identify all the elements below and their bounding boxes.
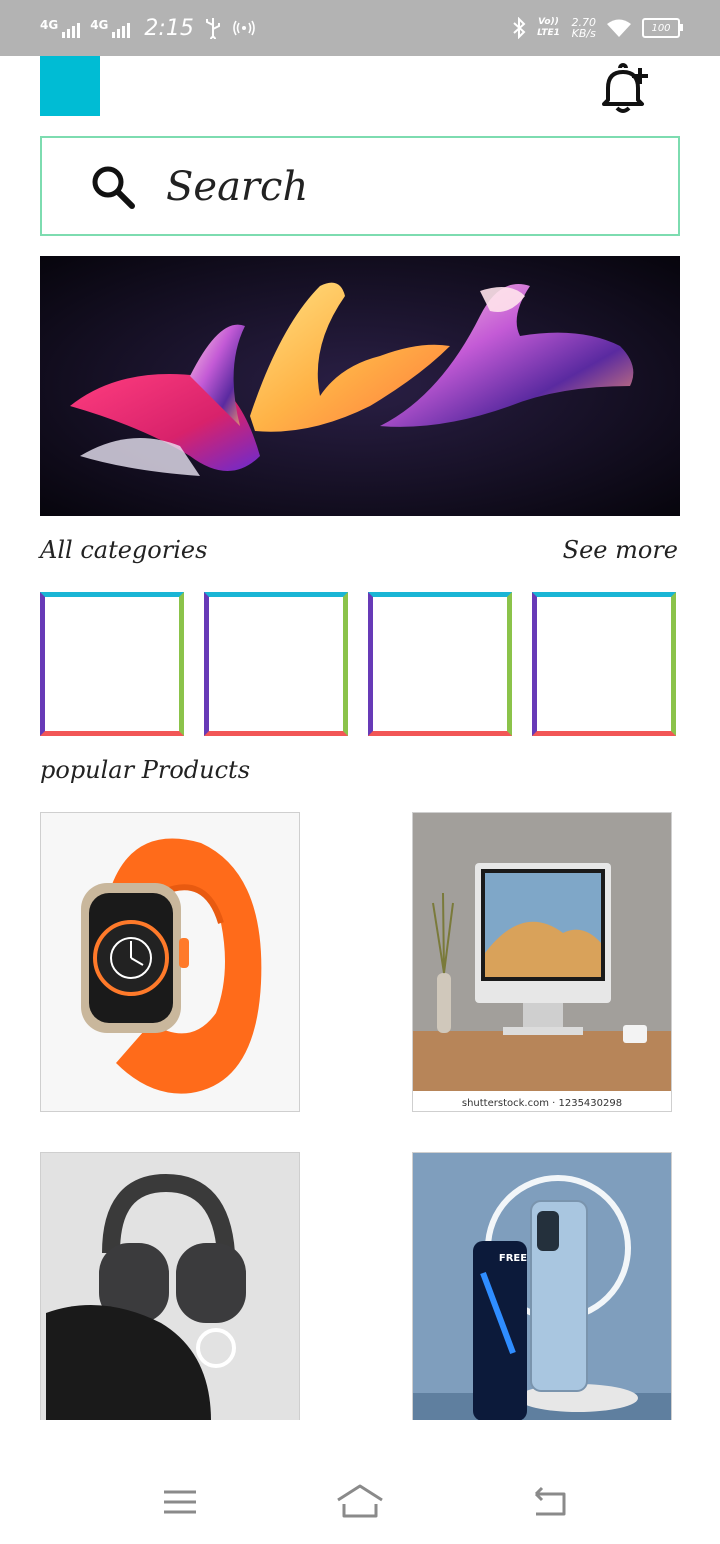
network-type-2: 4G (90, 18, 109, 32)
category-tile[interactable] (368, 592, 512, 736)
banner-image (40, 256, 680, 516)
search-box[interactable] (40, 136, 680, 236)
all-categories-title: All categories (40, 536, 208, 564)
see-more-link[interactable]: See more (563, 536, 678, 564)
popular-products-title: popular Products (40, 756, 251, 784)
product-image-smartwatch (81, 838, 262, 1094)
search-input[interactable] (164, 156, 648, 218)
menu-icon[interactable] (160, 1484, 200, 1520)
bluetooth-icon (512, 17, 525, 39)
status-bar: 4G 4G 2:15 Vo)) LTE1 2.70 KB/s 100 (0, 0, 720, 56)
home-icon[interactable] (334, 1482, 386, 1522)
network-speed: 2.70 KB/s (572, 17, 597, 39)
product-image-headphones (41, 1153, 299, 1420)
image-caption: shutterstock.com · 1235430298 (462, 1098, 622, 1109)
category-tile[interactable] (532, 592, 676, 736)
product-card-headphones[interactable] (40, 1152, 300, 1420)
system-nav-bar (0, 1460, 720, 1544)
signal-2-icon: 4G (90, 18, 131, 38)
signal-1-icon: 4G (40, 18, 81, 38)
back-icon[interactable] (528, 1484, 570, 1520)
network-type-1: 4G (40, 18, 59, 32)
usb-icon (205, 18, 220, 39)
speed-unit: KB/s (571, 27, 596, 40)
promo-banner[interactable] (40, 256, 680, 516)
clock: 2:15 (144, 15, 194, 41)
product-badge: FREE (499, 1253, 527, 1264)
status-right: Vo)) LTE1 2.70 KB/s 100 (512, 14, 683, 42)
search-icon (92, 166, 135, 209)
battery-level: 100 (651, 22, 671, 34)
app-logo[interactable] (40, 56, 100, 116)
status-left: 4G 4G 2:15 (40, 14, 256, 42)
product-card-phones[interactable]: FREE (412, 1152, 672, 1420)
product-image-phones: FREE (413, 1153, 671, 1420)
category-tile[interactable] (204, 592, 348, 736)
product-card-smartwatch[interactable] (40, 812, 300, 1112)
hotspot-icon (233, 20, 255, 36)
category-tile[interactable] (40, 592, 184, 736)
battery-icon: 100 (642, 18, 683, 38)
wifi-icon (607, 19, 631, 37)
product-card-desktop[interactable]: shutterstock.com · 1235430298 (412, 812, 672, 1112)
notification-add-icon[interactable] (596, 60, 652, 116)
product-image-desktop: shutterstock.com · 1235430298 (413, 813, 671, 1111)
volte-indicator: Vo)) LTE1 (537, 17, 560, 38)
